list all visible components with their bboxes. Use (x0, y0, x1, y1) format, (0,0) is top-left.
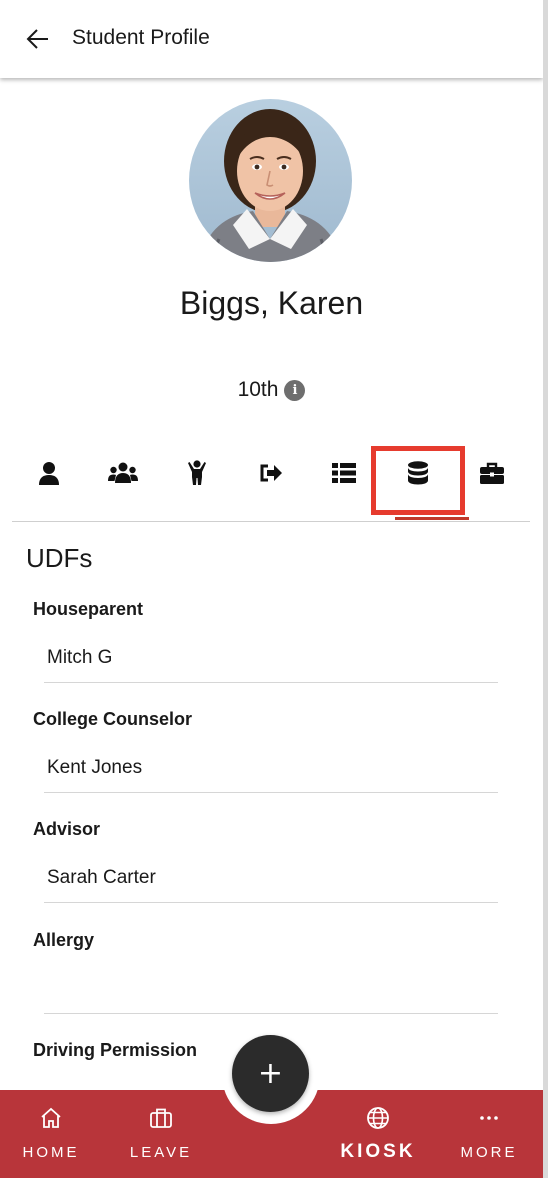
tab-list[interactable] (319, 448, 369, 498)
more-icon (480, 1116, 498, 1120)
nav-more[interactable]: MORE (458, 1090, 520, 1178)
nav-label: LEAVE (129, 1144, 193, 1161)
udf-value: Sarah Carter (47, 867, 156, 888)
udf-field-houseparent: Houseparent Mitch G (33, 599, 498, 709)
grade-row: 10th i (0, 378, 543, 402)
arrow-left-icon (26, 29, 48, 49)
divider (44, 1013, 498, 1014)
globe-icon (367, 1107, 389, 1129)
person-icon (39, 462, 59, 485)
add-fab-button[interactable]: + (232, 1035, 309, 1112)
divider (44, 792, 498, 793)
back-button[interactable] (22, 24, 54, 54)
tab-sign-out[interactable] (246, 448, 296, 498)
divider (44, 682, 498, 683)
nav-kiosk[interactable]: KIOSK (340, 1090, 416, 1178)
plus-icon: + (257, 1055, 284, 1091)
udf-value: Kent Jones (47, 757, 143, 778)
list-icon (332, 463, 356, 483)
udf-field-allergy: Allergy (33, 930, 498, 1040)
home-icon (41, 1107, 61, 1128)
student-photo (189, 99, 352, 262)
udf-label: Allergy (33, 930, 95, 950)
tab-group[interactable] (98, 448, 148, 498)
app-header: Student Profile (0, 0, 543, 78)
tab-database[interactable] (393, 448, 443, 498)
nav-label: KIOSK (340, 1141, 416, 1162)
nav-label: MORE (460, 1144, 518, 1161)
udf-field-college-counselor: College Counselor Kent Jones (33, 709, 498, 819)
group-icon (108, 462, 138, 483)
info-icon[interactable]: i (284, 379, 306, 401)
nav-leave[interactable]: LEAVE (128, 1090, 194, 1178)
window-edge (543, 0, 548, 1178)
profile-tab-bar (12, 448, 530, 522)
udf-label: Driving Permission (33, 1040, 198, 1060)
section-title-udfs: UDFs (26, 543, 93, 573)
active-tab-indicator (395, 517, 469, 520)
student-name: Biggs, Karen (179, 285, 364, 321)
child-icon (188, 460, 206, 485)
grade-level: 10th (237, 378, 279, 401)
udf-label: College Counselor (33, 709, 193, 729)
tab-child[interactable] (172, 448, 222, 498)
suitcase-icon (150, 1108, 172, 1128)
briefcase-icon (480, 462, 504, 484)
nav-label: HOME (22, 1144, 80, 1161)
database-icon (408, 461, 428, 485)
udf-label: Houseparent (33, 599, 144, 619)
page-title: Student Profile (72, 26, 210, 49)
divider (44, 902, 498, 903)
nav-home[interactable]: HOME (20, 1090, 82, 1178)
tab-briefcase[interactable] (467, 448, 517, 498)
udf-field-advisor: Advisor Sarah Carter (33, 819, 498, 929)
udf-value: Mitch G (47, 647, 113, 668)
udf-label: Advisor (33, 819, 101, 839)
tab-person[interactable] (24, 448, 74, 498)
sign-out-icon (260, 464, 282, 482)
